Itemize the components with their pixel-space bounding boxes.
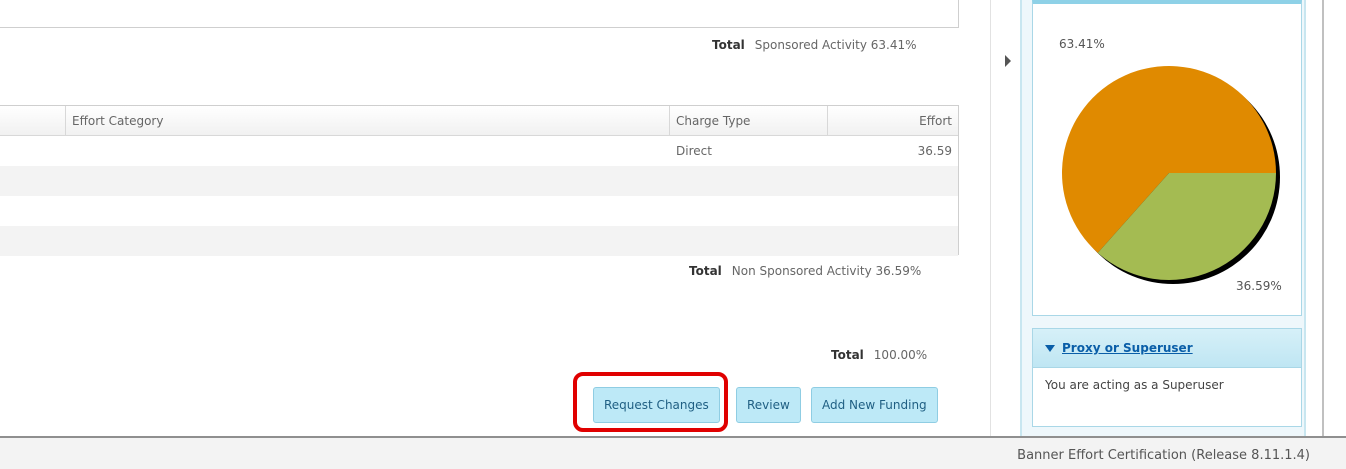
proxy-panel: Proxy or Superuser You are acting as a S…: [1032, 328, 1302, 427]
cell-category: [66, 226, 670, 256]
vertical-scrollbar[interactable]: [1322, 0, 1324, 469]
cell-charge-type: [670, 166, 828, 196]
cell-effort: 36.59: [917, 144, 952, 158]
slice-label-non-sponsored: 36.59%: [1236, 279, 1282, 293]
cell-effort: [828, 196, 958, 226]
table-row[interactable]: [0, 196, 958, 226]
slice-label-sponsored: 63.41%: [1059, 37, 1105, 51]
proxy-message: You are acting as a Superuser: [1045, 378, 1224, 392]
table-row[interactable]: Direct 36.59: [0, 136, 958, 166]
collapse-triangle-icon[interactable]: [1045, 344, 1055, 352]
table-row[interactable]: [0, 226, 958, 256]
proxy-title-link[interactable]: Proxy or Superuser: [1062, 341, 1193, 355]
cell-charge-type: [670, 226, 828, 256]
proxy-panel-header[interactable]: Proxy or Superuser: [1033, 329, 1301, 368]
non-sponsored-total: Total Non Sponsored Activity 36.59%: [689, 264, 921, 278]
column-header-effort[interactable]: Effort: [828, 106, 958, 136]
column-header-charge-type[interactable]: Charge Type: [670, 106, 828, 136]
add-new-funding-button[interactable]: Add New Funding: [811, 387, 938, 423]
release-info: Banner Effort Certification (Release 8.1…: [1017, 448, 1310, 463]
effort-chart-panel: 63.41% 36.59%: [1032, 0, 1302, 316]
sponsored-activity-panel: [0, 0, 959, 28]
review-button[interactable]: Review: [736, 387, 801, 423]
sponsored-total-label: Total: [712, 38, 745, 52]
table-row[interactable]: [0, 166, 958, 196]
grid-header: Effort Category Charge Type Effort: [0, 106, 958, 136]
effort-pie-chart: [1062, 65, 1280, 284]
cell-category: [66, 136, 670, 166]
overall-total-label: Total: [831, 348, 864, 362]
status-bar: Banner Effort Certification (Release 8.1…: [0, 436, 1346, 469]
cell-effort: [828, 166, 958, 196]
panel-divider: [990, 0, 991, 436]
non-sponsored-total-value: Non Sponsored Activity 36.59%: [731, 264, 922, 278]
overall-total: Total 100.00%: [831, 348, 927, 362]
non-sponsored-total-label: Total: [689, 264, 722, 278]
cell-category: [66, 166, 670, 196]
cell-charge-type: Direct: [676, 144, 712, 158]
non-sponsored-grid: Effort Category Charge Type Effort Direc…: [0, 105, 959, 256]
sponsored-total: Total Sponsored Activity 63.41%: [712, 38, 917, 52]
sponsored-total-value: Sponsored Activity 63.41%: [754, 38, 917, 52]
column-header-effort-category[interactable]: Effort Category: [66, 106, 670, 136]
grid-header-spacer: [0, 106, 66, 136]
expand-arrow-icon[interactable]: [1005, 55, 1011, 67]
cell-effort: [828, 226, 958, 256]
cell-category: [66, 196, 670, 226]
overall-total-value: 100.00%: [873, 348, 928, 362]
request-changes-button[interactable]: Request Changes: [593, 387, 720, 423]
cell-charge-type: [670, 196, 828, 226]
